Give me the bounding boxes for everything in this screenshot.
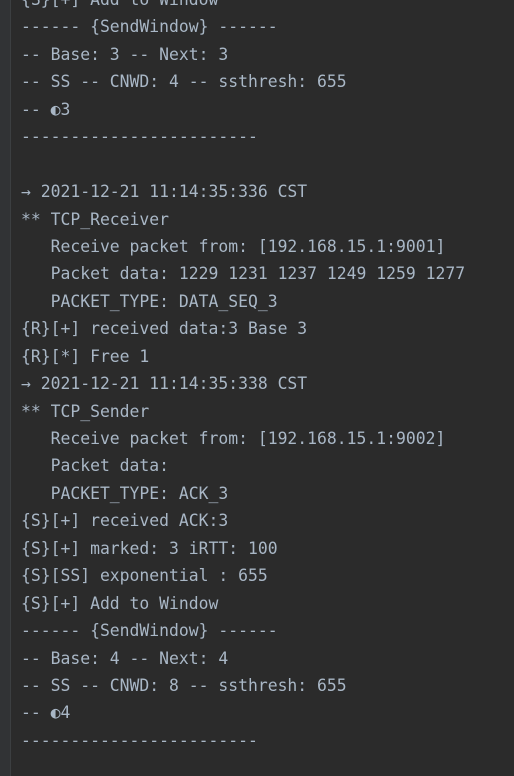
console-line: -- ◐4 xyxy=(21,703,71,723)
console-line: -- Base: 3 -- Next: 3 xyxy=(21,44,229,64)
console-line: ------ {SendWindow} ------ xyxy=(21,17,278,37)
console-line: PACKET_TYPE: ACK_3 xyxy=(21,483,229,503)
console-line: Packet data: 1229 1231 1237 1249 1259 12… xyxy=(21,264,466,284)
console-line: {R}[*] Free 1 xyxy=(21,346,150,366)
console-line: ------------------------ xyxy=(21,127,258,147)
console-line: -- SS -- CNWD: 8 -- ssthresh: 655 xyxy=(21,675,347,695)
console-line: Receive packet from: [192.168.15.1:9001] xyxy=(21,236,446,256)
console-line: → 2021-12-21 11:14:35:338 CST xyxy=(21,374,308,394)
console-line: {R}[+] received data:3 Base 3 xyxy=(21,319,308,339)
console-line: {S}[+] received ACK:3 xyxy=(21,511,229,531)
console-line: ------------------------ xyxy=(21,730,258,750)
console-line: ------ {SendWindow} ------ xyxy=(21,621,278,641)
console-line: -- ◐3 xyxy=(21,99,71,119)
console-output[interactable]: {S}[+] Add to Window ------ {SendWindow} … xyxy=(0,0,514,776)
console-line: PACKET_TYPE: DATA_SEQ_3 xyxy=(21,291,278,311)
console-line: ** TCP_Sender xyxy=(21,401,150,421)
console-lines: {S}[+] Add to Window ------ {SendWindow} … xyxy=(21,0,465,754)
console-line: Receive packet from: [192.168.15.1:9002] xyxy=(21,429,446,448)
console-line: -- SS -- CNWD: 4 -- ssthresh: 655 xyxy=(21,72,347,92)
console-line: {S}[SS] exponential : 655 xyxy=(21,566,268,586)
console-line: -- Base: 4 -- Next: 4 xyxy=(21,648,229,668)
console-line: {S}[+] marked: 3 iRTT: 100 xyxy=(21,538,278,558)
console-line: {S}[+] Add to Window xyxy=(21,0,465,13)
console-gutter xyxy=(0,0,11,776)
console-line: ** TCP_Receiver xyxy=(21,209,170,229)
console-line: Packet data: xyxy=(21,456,170,476)
console-line: {S}[+] Add to Window xyxy=(21,593,219,613)
console-line: → 2021-12-21 11:14:35:336 CST xyxy=(21,182,308,202)
